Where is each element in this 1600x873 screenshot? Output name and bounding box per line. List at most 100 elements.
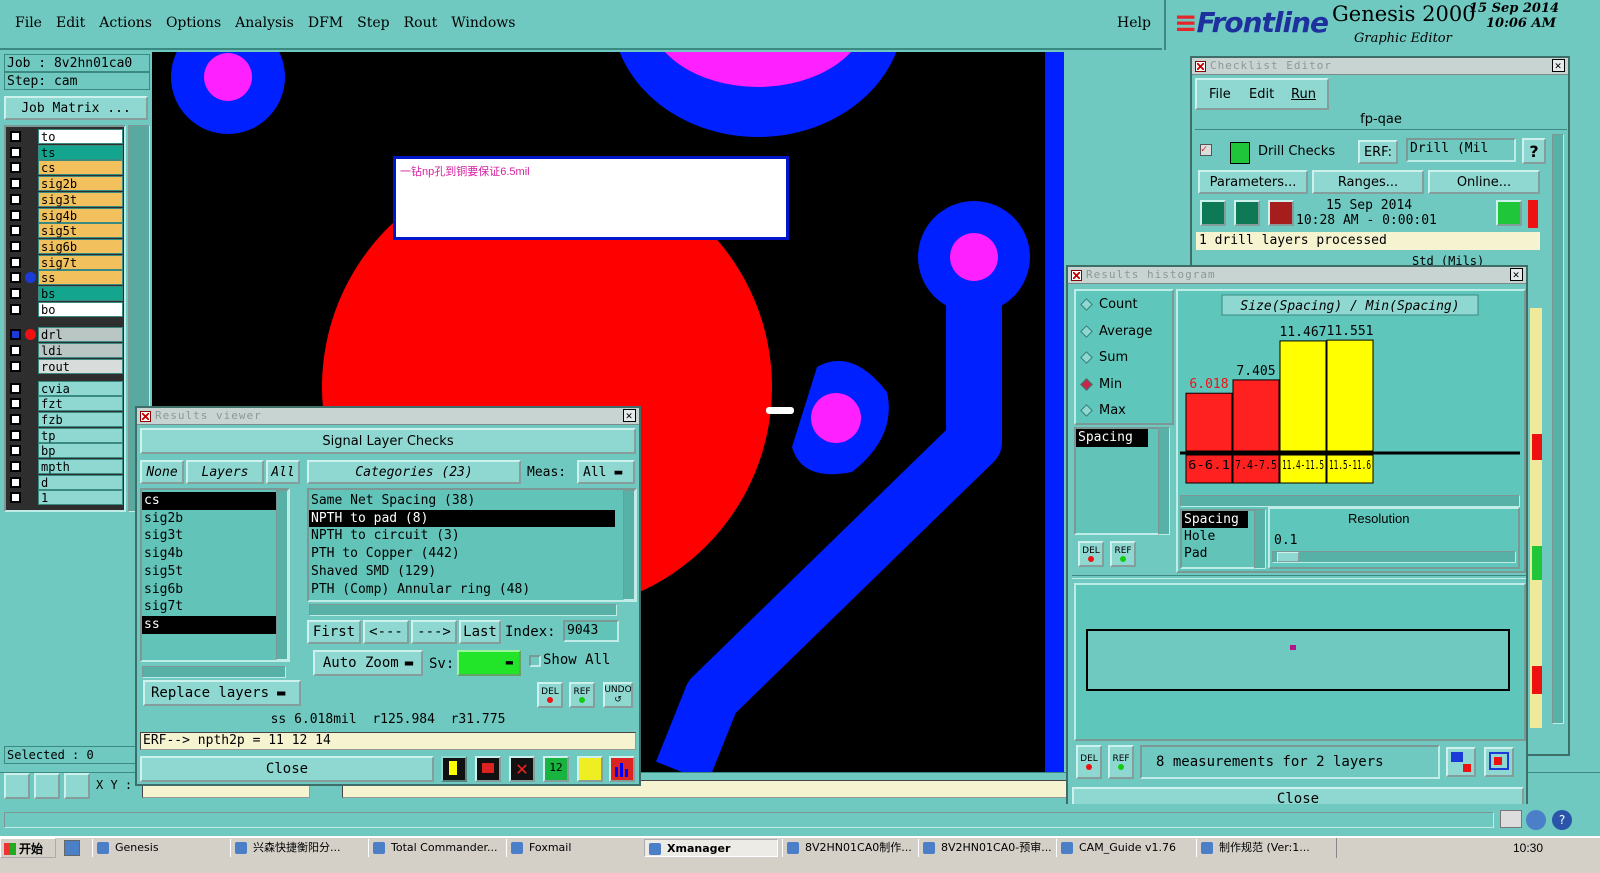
zoom-area-icon[interactable] <box>4 773 30 799</box>
layer-checkbox[interactable] <box>10 303 21 315</box>
resolution-value[interactable]: 0.1 <box>1274 533 1297 548</box>
mode-max[interactable]: Max <box>1080 403 1126 418</box>
menu-step[interactable]: Step <box>357 15 389 31</box>
checklist-titlebar[interactable]: Checklist Editor ✕ <box>1192 58 1568 75</box>
layer-checkbox[interactable] <box>10 345 21 357</box>
undo-button[interactable]: UNDO ↺ <box>603 682 633 708</box>
resolution-slider[interactable] <box>1272 551 1516 563</box>
category-item[interactable]: NPTH to pad (8) <box>309 509 615 528</box>
layer-row[interactable]: fzb <box>8 411 123 427</box>
all-layers-button[interactable]: All <box>266 460 300 484</box>
checklist-menu-edit[interactable]: Edit <box>1249 87 1274 102</box>
index-input[interactable]: 9043 <box>563 620 619 642</box>
layer-checkbox[interactable] <box>10 360 21 372</box>
layer-list-hscroll[interactable] <box>142 666 286 678</box>
layer-name[interactable]: to <box>38 129 123 144</box>
layer-row[interactable]: mpth <box>8 459 123 474</box>
layer-checkbox[interactable] <box>10 382 21 394</box>
layer-row[interactable]: bs <box>8 286 123 301</box>
auto-zoom-button[interactable]: Auto Zoom ▬ <box>313 650 423 676</box>
histogram-chart[interactable]: Size(Spacing) / Min(Spacing) 6.018 6-6.1 7.… <box>1180 291 1520 491</box>
layer-name[interactable]: bo <box>38 301 123 317</box>
layer-name[interactable]: tp <box>38 427 123 443</box>
layer-row[interactable]: sig5t <box>8 223 123 239</box>
check-enabled-checkbox[interactable]: ✓ <box>1200 144 1212 156</box>
layers-button[interactable]: Layers <box>186 460 264 484</box>
online-button[interactable]: Online... <box>1428 170 1540 194</box>
layer-name[interactable]: cvia <box>38 380 123 396</box>
taskbar-item[interactable]: Xmanager <box>644 839 778 857</box>
measure-type-item[interactable]: Spacing <box>1182 511 1248 528</box>
checklist-menu-run[interactable]: Run <box>1291 87 1316 102</box>
layer-name[interactable]: ldi <box>38 343 123 359</box>
category-item[interactable]: PTH to Copper (442) <box>309 545 615 563</box>
layer-name[interactable]: rout <box>38 358 123 374</box>
map-del-button[interactable]: DEL <box>1076 745 1102 779</box>
layer-row[interactable]: bo <box>8 301 123 317</box>
layer-row[interactable]: sig4b <box>8 207 123 223</box>
taskbar-item[interactable]: 兴森快捷衡阳分... <box>230 839 364 857</box>
person-icon[interactable] <box>441 756 467 782</box>
checklist-menu-file[interactable]: File <box>1209 87 1231 102</box>
note-box[interactable]: 一钻np孔到铜要保证6.5mil <box>393 156 789 240</box>
layer-checkbox[interactable] <box>10 272 21 284</box>
layer-row[interactable]: sig2b <box>8 176 123 192</box>
quicklaunch-icon[interactable] <box>64 840 80 856</box>
hist-ref-button[interactable]: REF <box>1110 541 1136 567</box>
menu-edit[interactable]: Edit <box>56 15 85 31</box>
layer-name[interactable]: sig2b <box>38 176 123 192</box>
menu-file[interactable]: File <box>15 15 42 31</box>
taskbar-item[interactable]: Total Commander... <box>368 839 502 857</box>
layer-checkbox[interactable] <box>10 445 21 457</box>
measure-list[interactable]: Spacing <box>1074 427 1168 535</box>
keyboard-icon[interactable] <box>1500 810 1522 828</box>
menu-rout[interactable]: Rout <box>404 15 438 31</box>
layer-name[interactable]: d <box>38 474 123 490</box>
menu-actions[interactable]: Actions <box>99 15 152 31</box>
layer-checkbox[interactable] <box>10 240 21 252</box>
chart-hscroll[interactable] <box>1180 495 1520 507</box>
layer-name[interactable]: ts <box>38 144 123 160</box>
show-all-checkbox[interactable] <box>529 655 541 667</box>
layer-row[interactable]: rout <box>8 358 123 374</box>
close-icon[interactable]: ✕ <box>1510 268 1523 281</box>
layer-name[interactable]: sig3t <box>38 191 123 207</box>
layer-name[interactable]: drl <box>38 327 123 343</box>
layer-result-item[interactable]: sig3t <box>142 527 278 545</box>
taskbar-item[interactable]: CAM_Guide v1.76 <box>1056 839 1192 857</box>
replace-layers-button[interactable]: Replace layers ▬ <box>143 680 301 706</box>
layer-result-item[interactable]: sig2b <box>142 510 278 528</box>
layer-checkbox[interactable] <box>10 429 21 441</box>
measure-selected[interactable]: Spacing <box>1076 429 1148 447</box>
layer-name[interactable]: sig5t <box>38 223 123 239</box>
grid-icon[interactable] <box>64 773 90 799</box>
layer-checkbox[interactable] <box>10 288 21 299</box>
measure-type-item[interactable]: Hole <box>1182 528 1248 545</box>
measure-type-vscroll[interactable] <box>1254 509 1266 569</box>
layer-name[interactable]: bs <box>38 286 123 301</box>
map-ref-button[interactable]: REF <box>1108 745 1134 779</box>
layer-row[interactable]: ts <box>8 144 123 160</box>
layer-result-item[interactable]: sig4b <box>142 545 278 563</box>
close-icon[interactable]: ✕ <box>1552 59 1565 72</box>
histogram-bar[interactable] <box>1279 340 1327 452</box>
taskbar-item[interactable]: Genesis <box>92 839 226 857</box>
layer-checkbox[interactable] <box>10 256 21 268</box>
results-close-button[interactable]: Close <box>140 756 434 782</box>
erf-value[interactable]: Drill (Mil <box>1406 138 1516 162</box>
pane-sash[interactable] <box>1072 575 1526 579</box>
taskbar-item[interactable]: 8V2HN01CA0-预审... <box>918 839 1052 857</box>
run-icon[interactable] <box>1200 200 1226 226</box>
layer-result-item[interactable]: sig5t <box>142 563 278 581</box>
hist-del-button[interactable]: DEL <box>1078 541 1104 567</box>
layer-checkbox[interactable] <box>10 146 21 158</box>
layer-row[interactable]: sig7t <box>8 254 123 270</box>
taskbar-item[interactable]: 制作规范 (Ver:1... <box>1196 839 1332 857</box>
layer-checkbox[interactable] <box>10 131 21 142</box>
layer-row[interactable]: d <box>8 474 123 490</box>
taskbar-item[interactable]: 8V2HN01CA0制作... <box>782 839 916 857</box>
layer-checkbox[interactable] <box>10 209 21 221</box>
mode-min[interactable]: Min <box>1080 377 1122 392</box>
next-button[interactable]: ---> <box>411 620 457 644</box>
measure-type-item[interactable]: Pad <box>1182 545 1248 562</box>
